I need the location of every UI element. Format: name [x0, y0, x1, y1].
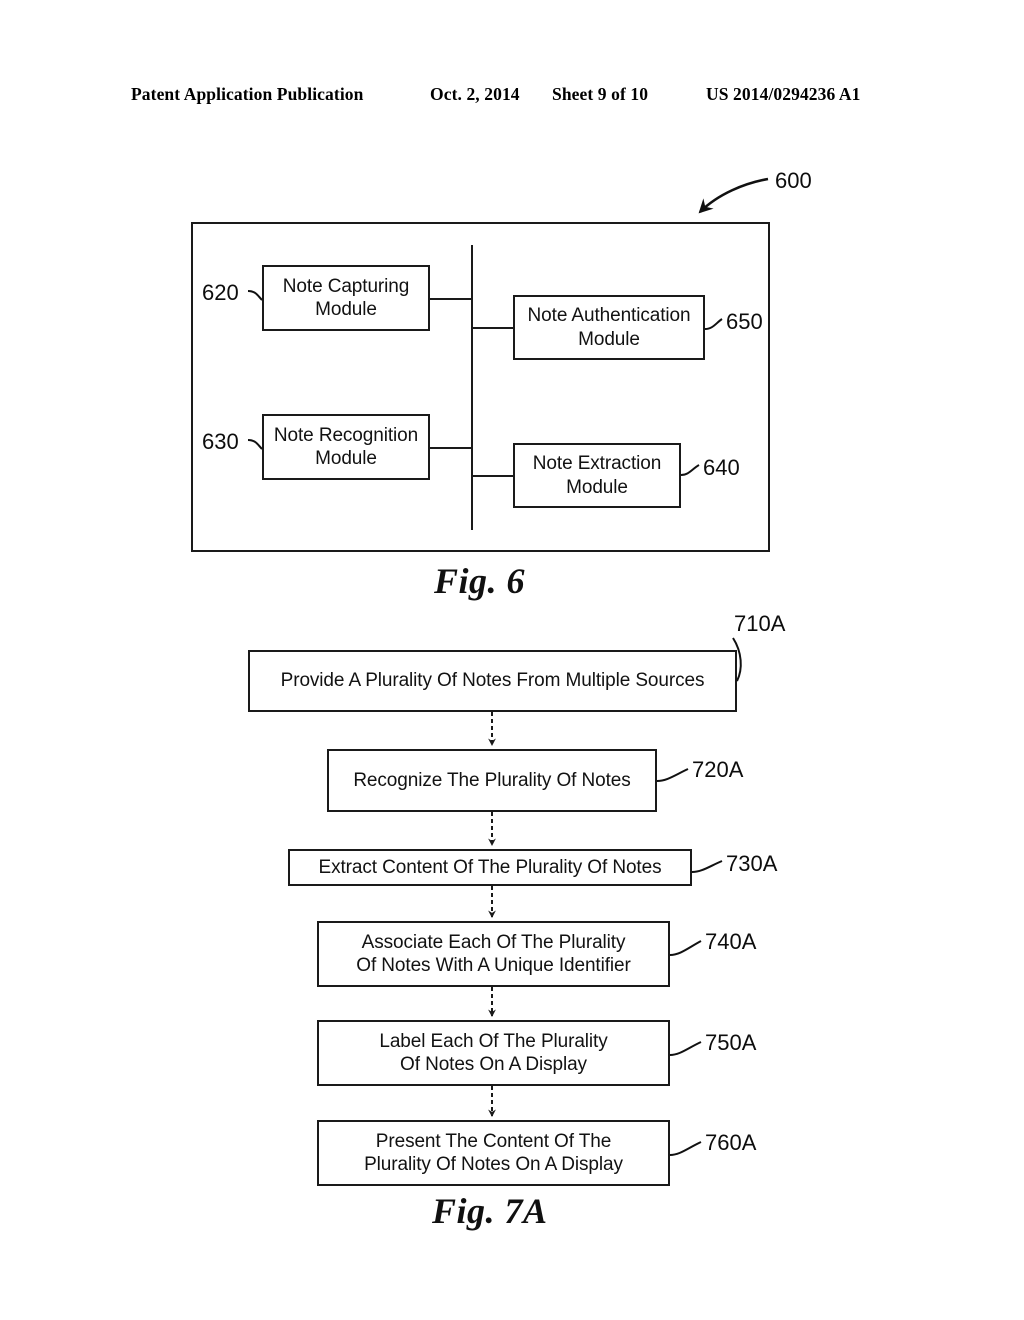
- ref-650: 650: [726, 309, 763, 334]
- step-760a[interactable]: Present The Content Of The Plurality Of …: [317, 1120, 670, 1186]
- step-740a-line2: Of Notes With A Unique Identifier: [356, 955, 631, 976]
- fig6-connector-630-bus: [429, 447, 473, 449]
- step-730a-line1: Extract Content Of The Plurality Of Note…: [318, 856, 662, 878]
- patent-number: US 2014/0294236 A1: [706, 84, 861, 104]
- module-note-capturing-line1: Note Capturing: [282, 275, 410, 297]
- page-header: Patent Application Publication Oct. 2, 2…: [0, 84, 1024, 118]
- module-note-extraction-line1: Note Extraction: [532, 453, 662, 475]
- step-750a-line1: Label Each Of The Plurality: [379, 1030, 608, 1052]
- ref-760a-leader: [669, 1141, 702, 1156]
- ref-720a-leader: [656, 768, 689, 782]
- ref-600-arrow: [698, 177, 769, 214]
- ref-720a: 720A: [692, 757, 744, 782]
- ref-600: 600: [775, 168, 812, 193]
- module-note-authentication[interactable]: Note Authentication Module: [513, 295, 705, 360]
- fig6-connector-bus-650: [471, 327, 514, 329]
- module-note-recognition[interactable]: Note Recognition Module: [262, 414, 430, 480]
- step-730a[interactable]: Extract Content Of The Plurality Of Note…: [288, 849, 692, 886]
- step-740a-line1: Associate Each Of The Plurality: [361, 931, 626, 953]
- ref-710a: 710A: [734, 611, 786, 636]
- step-740a[interactable]: Associate Each Of The Plurality Of Notes…: [317, 921, 670, 987]
- module-note-extraction[interactable]: Note Extraction Module: [513, 443, 681, 508]
- ref-730a: 730A: [726, 851, 778, 876]
- fig6-connector-bus-640: [471, 475, 513, 477]
- fig6-bus-vertical: [471, 245, 473, 530]
- ref-730a-leader: [691, 860, 723, 873]
- ref-740a: 740A: [705, 929, 757, 954]
- step-710a[interactable]: Provide A Plurality Of Notes From Multip…: [248, 650, 737, 712]
- step-720a-line1: Recognize The Plurality Of Notes: [353, 769, 631, 791]
- module-note-capturing[interactable]: Note Capturing Module: [262, 265, 430, 331]
- ref-760a: 760A: [705, 1130, 757, 1155]
- step-720a[interactable]: Recognize The Plurality Of Notes: [327, 749, 657, 812]
- fig7a-caption: Fig. 7A: [432, 1191, 548, 1231]
- ref-630: 630: [202, 429, 239, 454]
- step-710a-line1: Provide A Plurality Of Notes From Multip…: [280, 670, 705, 692]
- publication-date: Oct. 2, 2014: [430, 84, 520, 104]
- step-750a-line2: Of Notes On A Display: [400, 1054, 587, 1075]
- publication-label: Patent Application Publication: [131, 84, 364, 104]
- ref-740a-leader: [669, 940, 702, 956]
- step-750a[interactable]: Label Each Of The Plurality Of Notes On …: [317, 1020, 670, 1086]
- module-note-authentication-line1: Note Authentication: [527, 305, 691, 327]
- fig6-caption: Fig. 6: [434, 561, 526, 601]
- step-760a-line2: Plurality Of Notes On A Display: [364, 1154, 623, 1175]
- step-760a-line1: Present The Content Of The: [375, 1130, 612, 1152]
- ref-750a: 750A: [705, 1030, 757, 1055]
- module-note-extraction-line2: Module: [566, 476, 628, 498]
- sheet-number: Sheet 9 of 10: [552, 84, 649, 104]
- module-note-recognition-line2: Module: [315, 448, 377, 469]
- fig6-connector-620-bus: [429, 298, 473, 300]
- ref-640: 640: [703, 455, 740, 480]
- module-note-recognition-line1: Note Recognition: [273, 424, 419, 446]
- module-note-authentication-line2: Module: [578, 328, 640, 350]
- ref-620: 620: [202, 280, 239, 305]
- ref-750a-leader: [669, 1041, 702, 1056]
- module-note-capturing-line2: Module: [315, 299, 377, 320]
